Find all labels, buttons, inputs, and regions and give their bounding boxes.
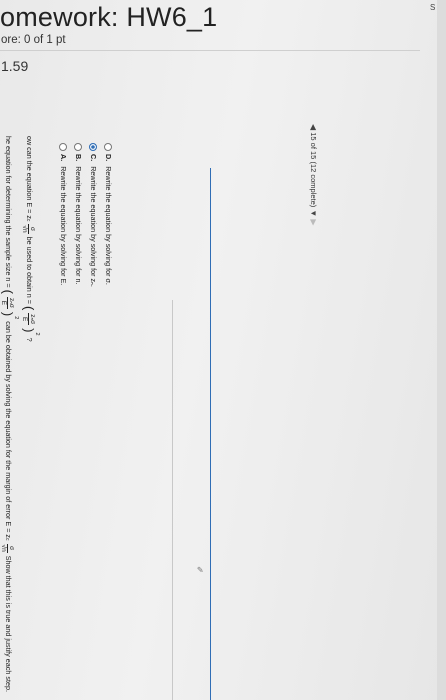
window-edge bbox=[437, 0, 446, 700]
option-b-radio[interactable] bbox=[73, 143, 82, 151]
open-paren-icon-2: ( bbox=[21, 305, 37, 311]
option-c-letter: C. bbox=[89, 154, 98, 162]
header-divider bbox=[0, 50, 420, 51]
option-d-radio[interactable] bbox=[103, 143, 112, 151]
pencil-icon: ✐ bbox=[194, 566, 204, 573]
question-navigator: ◀ 15 of 15 (12 complete) ▼ ▶ bbox=[309, 124, 318, 226]
question-line-2: ow can the equation E = zc σ √n be used … bbox=[21, 136, 40, 342]
option-a[interactable]: A. Rewrite the equation by solving for E. bbox=[58, 143, 68, 286]
option-a-text: Rewrite the equation by solving for E. bbox=[59, 166, 68, 286]
fraction-sigma-over-sqrt-n: σ √n bbox=[0, 543, 16, 553]
question-line2-prefix: ow can the equation E = z bbox=[25, 136, 34, 219]
fraction-denominator-sqrt-n: √n bbox=[0, 544, 8, 552]
question-line2-suffix: ? bbox=[25, 337, 34, 342]
fraction-z-sigma-over-E-2: zₙσ E bbox=[20, 313, 37, 326]
option-b[interactable]: B. Rewrite the equation by solving for n. bbox=[73, 143, 83, 285]
fraction-numerator-2: zₙσ bbox=[27, 313, 37, 326]
option-d-text: Rewrite the equation by solving for σ. bbox=[104, 166, 113, 285]
question-line2-mid: be used to obtain n = bbox=[25, 236, 34, 304]
answer-panel-border bbox=[210, 168, 211, 700]
fraction-sigma-over-sqrt-n-2: σ √n bbox=[21, 224, 37, 234]
subscript-c-2: c bbox=[25, 218, 31, 222]
option-b-letter: B. bbox=[74, 154, 83, 162]
question-list-dropdown-icon[interactable]: ▼ bbox=[309, 209, 318, 217]
next-question-icon[interactable]: ▶ bbox=[309, 219, 318, 225]
question-line1-prefix: he equation for determining the sample s… bbox=[4, 136, 13, 288]
option-a-radio[interactable] bbox=[58, 143, 67, 151]
content-divider bbox=[172, 300, 173, 700]
question-line-1: he equation for determining the sample s… bbox=[0, 136, 19, 692]
question-line1-mid: can be obtained by solving the equation … bbox=[4, 321, 13, 539]
open-paren-icon: ( bbox=[0, 289, 16, 294]
fraction-numerator-sigma: σ bbox=[7, 543, 16, 553]
option-b-text: Rewrite the equation by solving for n. bbox=[74, 166, 83, 285]
subscript-c: c bbox=[4, 538, 10, 541]
fraction-denominator: E bbox=[0, 300, 7, 306]
previous-question-icon[interactable]: ◀ bbox=[309, 124, 318, 130]
fraction-numerator-sigma-2: σ bbox=[28, 224, 37, 234]
option-a-letter: A. bbox=[59, 154, 68, 162]
question-number: 1.59 bbox=[1, 58, 29, 74]
fraction-z-sigma-over-E: zₙσ E bbox=[0, 296, 16, 309]
option-c-radio-selected[interactable] bbox=[88, 143, 97, 151]
square-exponent-2: 2 bbox=[34, 332, 40, 336]
option-c[interactable]: C. Rewrite the equation by solving for zₙ… bbox=[88, 143, 98, 287]
score-text: ore: 0 of 1 pt bbox=[1, 34, 66, 46]
fraction-denominator-sqrt-n-2: √n bbox=[21, 225, 29, 233]
progress-text: 15 of 15 (12 complete) bbox=[309, 132, 318, 208]
question-line1-suffix: Show that this is true and justify each … bbox=[4, 555, 13, 692]
option-d-letter: D. bbox=[104, 154, 113, 162]
option-c-text: Rewrite the equation by solving for zₙ. bbox=[89, 166, 98, 287]
option-d[interactable]: D. Rewrite the equation by solving for σ. bbox=[103, 143, 113, 285]
page-title: omework: HW6_1 bbox=[0, 2, 218, 32]
fraction-denominator-2: E bbox=[20, 317, 28, 322]
fraction-numerator: zₙσ bbox=[6, 296, 16, 309]
square-exponent: 2 bbox=[13, 316, 19, 320]
corner-label: S bbox=[430, 3, 436, 12]
